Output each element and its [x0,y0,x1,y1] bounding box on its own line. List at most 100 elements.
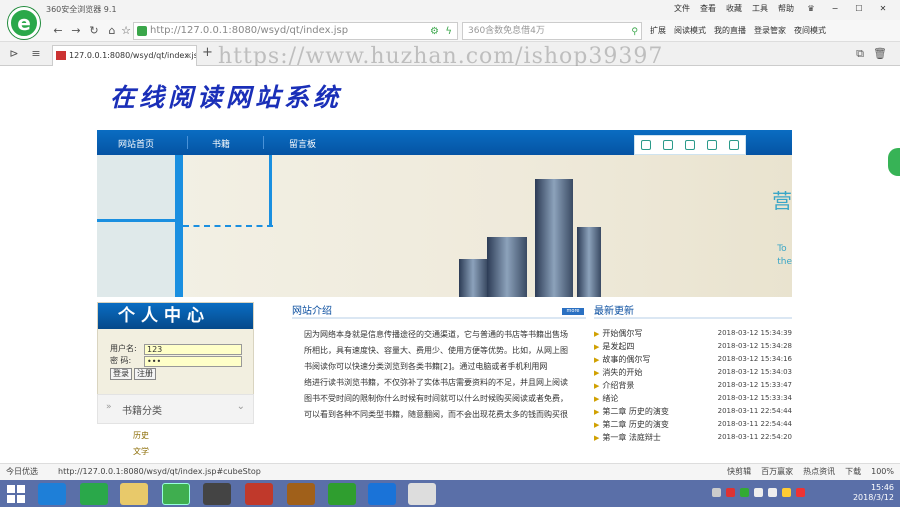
banner-image: 营 To the [97,155,792,297]
trash-icon[interactable]: 🗑 [872,46,888,62]
building [487,237,527,297]
more-button[interactable]: more [562,308,584,315]
360-browser-icon[interactable] [80,483,108,505]
folder-icon[interactable] [120,483,148,505]
news-item-title[interactable]: 第二章 历史的演变 [602,407,669,416]
address-text: http://127.0.0.1:8080/wsyd/qt/index.jsp [150,25,349,36]
clock[interactable]: 15:46 2018/3/12 [853,483,894,503]
news-item-title[interactable]: 第一章 法庭辩士 [602,433,661,442]
chevron-down-icon: ⌄ [236,401,245,412]
nav-home[interactable]: 网站首页 [118,137,154,150]
ie-icon[interactable] [38,483,66,505]
word-app-icon[interactable] [368,483,396,505]
login-button[interactable]: 登录 [110,368,132,380]
category-title: 书籍分类 [122,406,162,417]
news-item[interactable]: ▶ 故事的偶尔写 2018-03-12 15:34:16 [594,353,792,366]
status-today-picks[interactable]: 今日优选 [6,464,38,479]
news-item[interactable]: ▶ 第一章 法庭辩士 2018-03-11 22:54:20 [594,431,792,444]
sidebar-toggle-icon[interactable]: ⊳ [6,46,22,62]
tray-app-icon[interactable] [726,488,735,497]
back-icon[interactable]: ← [50,23,66,39]
news-item-title[interactable]: 绪论 [602,394,618,403]
status-hot-news[interactable]: 热点资讯 [803,464,835,479]
menu-help[interactable]: 帮助 [778,3,794,14]
wechat-icon[interactable] [328,483,356,505]
tool-extensions[interactable]: 扩展 [650,25,666,36]
password-input[interactable]: ••• [144,355,242,367]
news-item[interactable]: ▶ 开始偶尔写 2018-03-12 15:34:39 [594,327,792,340]
speed-mode-icon[interactable]: ⚙ [430,24,439,40]
news-list: ▶ 开始偶尔写 2018-03-12 15:34:39 ▶ 是发起四 2018-03-12… [594,319,792,444]
tab-active[interactable]: 127.0.0.1:8080/wsyd/qt/index.jsp × [52,45,197,66]
tool-night-mode[interactable]: 夜间模式 [794,25,826,36]
bullet-icon: ▶ [594,408,600,416]
tray-network-icon[interactable] [754,488,763,497]
tray-qq-icon[interactable] [782,488,791,497]
minimize-icon[interactable]: − [828,4,842,13]
news-item-title[interactable]: 消失的开始 [602,368,642,377]
lightning-icon[interactable]: ϟ [445,24,452,40]
side-floating-button[interactable] [888,148,900,176]
category-item[interactable]: 文学 [133,444,149,460]
search-input[interactable]: 360含数免息借4万 ⚲ [462,22,642,40]
tab-list-icon[interactable]: ≡ [28,46,44,62]
news-item[interactable]: ▶ 绪论 2018-03-12 15:33:34 [594,392,792,405]
bullet-icon: ▶ [594,343,600,351]
cube-fullscreen-icon[interactable] [663,140,673,150]
tray-sogou-icon[interactable] [796,488,805,497]
news-item[interactable]: ▶ 消失的开始 2018-03-12 15:34:03 [594,366,792,379]
status-zoom[interactable]: 100% [871,464,894,479]
cube-share-icon[interactable] [707,140,717,150]
app-icon[interactable] [245,483,273,505]
java-icon[interactable] [408,483,436,505]
cube-first-icon[interactable] [641,140,651,150]
search-icon[interactable]: ⚲ [631,24,638,40]
nav-books[interactable]: 书籍 [212,137,230,150]
tab-close-icon[interactable]: × [185,46,192,65]
tool-reading-mode[interactable]: 阅读模式 [674,25,706,36]
nav-guestbook[interactable]: 留言板 [289,137,316,150]
news-item-title[interactable]: 介绍背景 [602,381,634,390]
tray-arrow-icon[interactable] [712,488,721,497]
news-item-title[interactable]: 第二章 历史的演变 [602,420,669,429]
game-icon[interactable] [203,483,231,505]
favorite-star-icon[interactable]: ☆ [118,23,134,39]
status-download[interactable]: 下载 [845,464,861,479]
news-item[interactable]: ▶ 第二章 历史的演变 2018-03-11 22:54:44 [594,405,792,418]
news-item-title[interactable]: 开始偶尔写 [602,329,642,338]
skin-icon[interactable]: ♛ [804,4,818,13]
status-million-winner[interactable]: 百万赢家 [761,464,793,479]
news-item-title[interactable]: 是发起四 [602,342,634,351]
menu-favorites[interactable]: 收藏 [726,3,742,14]
maximize-icon[interactable]: ☐ [852,4,866,13]
news-item[interactable]: ▶ 是发起四 2018-03-12 15:34:28 [594,340,792,353]
menu-file[interactable]: 文件 [674,3,690,14]
menu-view[interactable]: 查看 [700,3,716,14]
cube-settings-icon[interactable] [729,140,739,150]
new-tab-icon[interactable]: + [202,45,213,60]
refresh-icon[interactable]: ↻ [86,23,102,39]
restore-tab-icon[interactable]: ⧉ [852,46,868,62]
forward-icon[interactable]: → [68,23,84,39]
tray-volume-icon[interactable] [768,488,777,497]
news-item[interactable]: ▶ 第二章 历史的演变 2018-03-11 22:54:44 [594,418,792,431]
book-icon[interactable] [287,483,315,505]
360-browser-active-icon[interactable] [162,483,190,505]
start-button[interactable] [7,485,25,503]
cube-save-icon[interactable] [685,140,695,150]
address-bar[interactable]: http://127.0.0.1:8080/wsyd/qt/index.jsp … [133,22,458,40]
bullet-icon: ▶ [594,369,600,377]
news-item[interactable]: ▶ 介绍背景 2018-03-12 15:33:47 [594,379,792,392]
tool-live[interactable]: 我的直播 [714,25,746,36]
category-item[interactable]: 历史 [133,428,149,444]
close-icon[interactable]: ✕ [876,4,890,13]
register-button[interactable]: 注册 [134,368,156,380]
username-input[interactable]: 123 [144,343,242,355]
tray-app-icon[interactable] [740,488,749,497]
news-item-title[interactable]: 故事的偶尔写 [602,355,650,364]
status-quick-edit[interactable]: 快剪辑 [727,464,751,479]
menu-tools[interactable]: 工具 [752,3,768,14]
category-header[interactable]: » 书籍分类 ⌄ [97,394,254,424]
tool-login-manager[interactable]: 登录管家 [754,25,786,36]
browser-logo[interactable]: e [8,7,40,39]
